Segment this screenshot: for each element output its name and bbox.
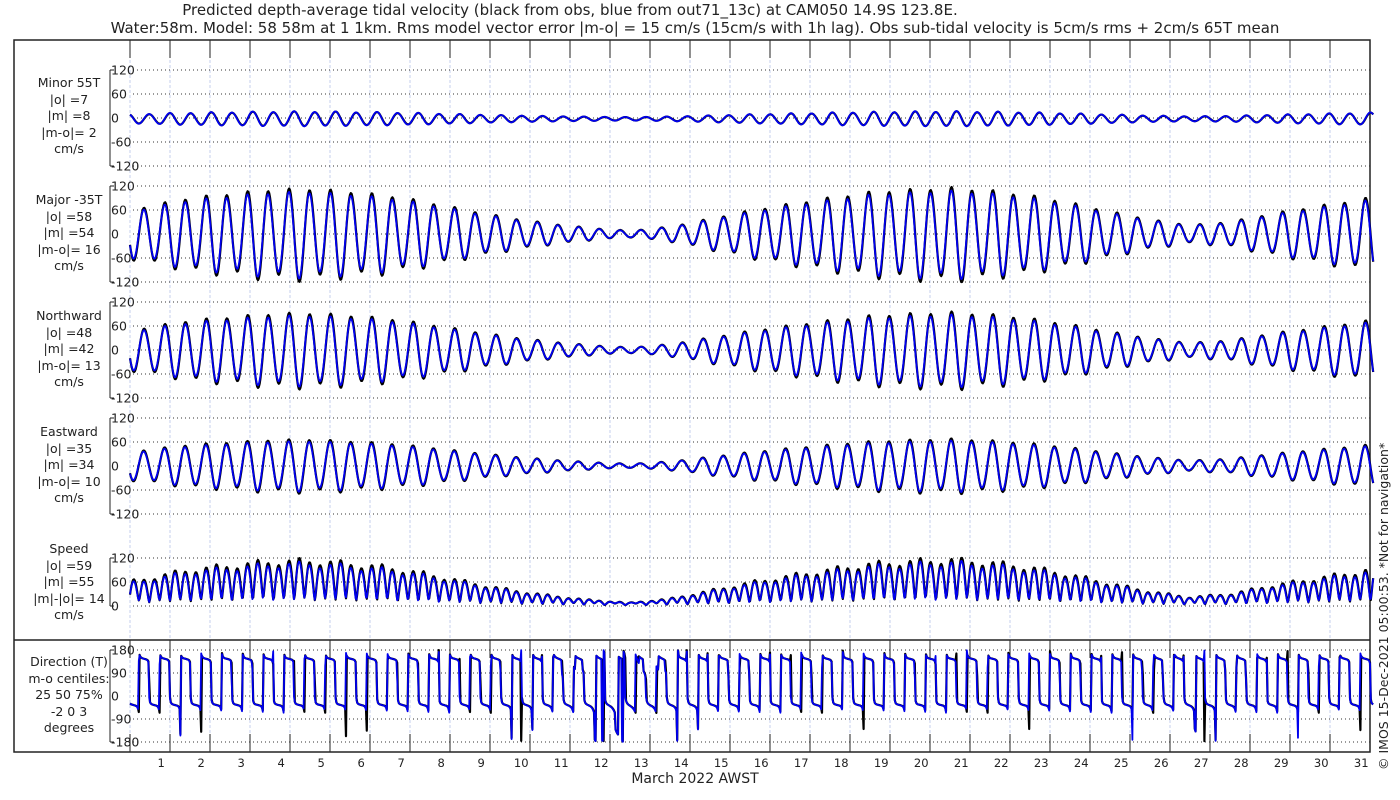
- major-y-tick-label: 60: [111, 203, 127, 218]
- x-tick-label: 8: [438, 756, 445, 770]
- north-y-tick-label: 0: [111, 343, 119, 358]
- x-tick-label: 20: [914, 756, 929, 770]
- north-y-tick-label: -60: [111, 367, 131, 382]
- east-y-tick-label: -60: [111, 483, 131, 498]
- north-y-tick-label: -120: [111, 391, 139, 406]
- x-tick-label: 21: [954, 756, 969, 770]
- x-axis-label: March 2022 AWST: [631, 771, 759, 787]
- x-tick-label: 24: [1074, 756, 1089, 770]
- major-y-tick-label: 120: [111, 179, 135, 194]
- x-tick-label: 26: [1154, 756, 1169, 770]
- east-y-tick-label: 60: [111, 435, 127, 450]
- x-tick-label: 22: [994, 756, 1009, 770]
- speed-y-tick-label: 120: [111, 551, 135, 566]
- major-y-tick-label: -60: [111, 251, 131, 266]
- x-tick-label: 12: [594, 756, 609, 770]
- major-y-tick-label: 0: [111, 227, 119, 242]
- x-tick-label: 23: [1034, 756, 1049, 770]
- x-tick-label: 7: [398, 756, 405, 770]
- east-y-tick-label: -120: [111, 507, 139, 522]
- minor-model-line: [129, 110, 1374, 128]
- x-tick-label: 5: [318, 756, 325, 770]
- x-tick-label: 19: [874, 756, 889, 770]
- copyright-note: © IMOS 15-Dec-2021 05:00:53. *Not for na…: [1376, 442, 1391, 770]
- x-tick-label: 31: [1354, 756, 1369, 770]
- x-tick-label: 18: [834, 756, 849, 770]
- direction-y-tick-label: 90: [111, 666, 127, 681]
- x-tick-label: 28: [1234, 756, 1249, 770]
- minor-y-tick-label: -120: [111, 159, 139, 174]
- direction-model-line: [129, 649, 1374, 743]
- north-y-tick-label: 120: [111, 295, 135, 310]
- direction-y-tick-label: -90: [111, 712, 131, 727]
- x-tick-label: 1: [158, 756, 165, 770]
- direction-y-tick-label: 180: [111, 643, 135, 658]
- minor-y-tick-label: 0: [111, 111, 119, 126]
- north-y-tick-label: 60: [111, 319, 127, 334]
- major-y-tick-label: -120: [111, 275, 139, 290]
- major-model-line: [129, 189, 1375, 280]
- minor-y-tick-label: 120: [111, 63, 135, 78]
- direction-y-tick-label: 0: [111, 689, 119, 704]
- x-tick-label: 16: [754, 756, 769, 770]
- x-tick-label: 25: [1114, 756, 1129, 770]
- east-model-line: [129, 439, 1375, 494]
- major-obs-line: [128, 185, 1375, 284]
- minor-y-tick-label: 60: [111, 87, 127, 102]
- direction-y-tick-label: -180: [111, 735, 139, 750]
- direction-obs-line: [129, 649, 1374, 743]
- plot-frame: [13, 39, 1371, 753]
- north-obs-line: [128, 310, 1375, 392]
- speed-y-tick-label: 60: [111, 575, 127, 590]
- x-tick-label: 6: [358, 756, 365, 770]
- x-tick-label: 29: [1274, 756, 1289, 770]
- x-tick-label: 27: [1194, 756, 1209, 770]
- east-y-tick-label: 0: [111, 459, 119, 474]
- east-y-tick-label: 120: [111, 411, 135, 426]
- x-tick-label: 15: [714, 756, 729, 770]
- east-obs-line: [128, 437, 1375, 496]
- x-tick-label: 4: [278, 756, 285, 770]
- x-tick-label: 3: [238, 756, 245, 770]
- x-tick-label: 14: [674, 756, 689, 770]
- north-model-line: [129, 313, 1375, 388]
- minor-y-tick-label: -60: [111, 135, 131, 150]
- tidal-velocity-chart: 1 2 3 4 5 6 7 8 9 10 11 12 13 14 15 16 17 18 19 20 21 22 23 24 2…: [13, 39, 1375, 787]
- x-tick-label: 2: [198, 756, 205, 770]
- x-tick-label: 13: [634, 756, 649, 770]
- x-tick-label: 30: [1314, 756, 1329, 770]
- x-tick-label: 10: [514, 756, 529, 770]
- x-tick-label: 17: [794, 756, 809, 770]
- x-tick-label: 11: [554, 756, 569, 770]
- speed-y-tick-label: 0: [111, 599, 119, 614]
- x-tick-label: 9: [478, 756, 485, 770]
